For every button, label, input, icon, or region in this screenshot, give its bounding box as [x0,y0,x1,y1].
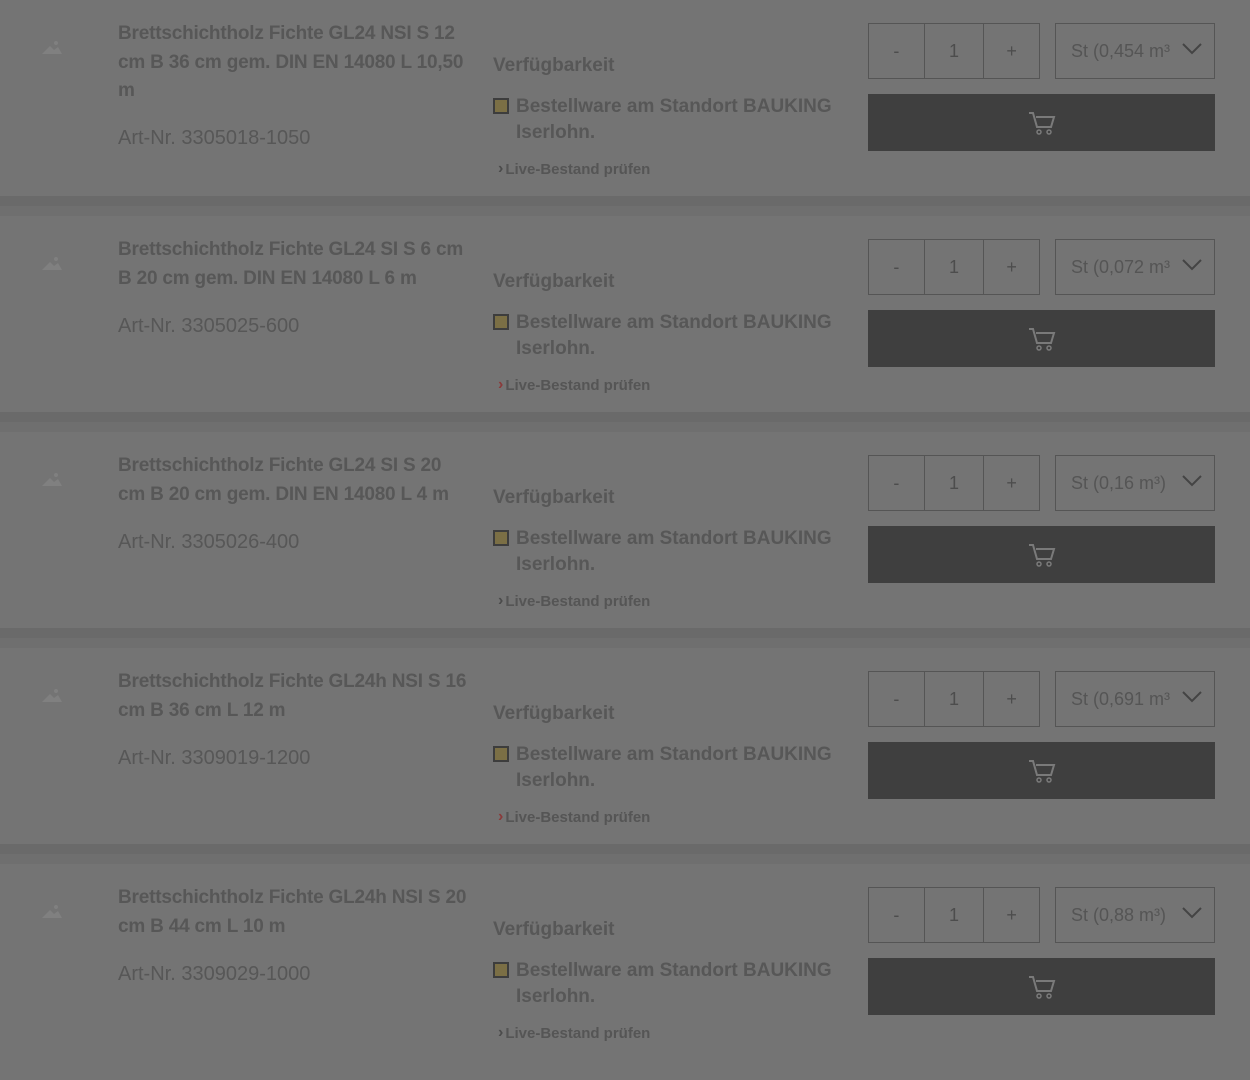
qty-minus-button[interactable]: - [869,672,924,726]
availability-label: Verfügbarkeit [493,703,615,724]
availability-text: Bestellware am Standort BAUKING Iserlohn… [516,744,832,791]
product-title[interactable]: Brettschichtholz Fichte GL24 NSI S 12 cm… [118,20,468,106]
qty-minus-button[interactable]: - [869,24,924,78]
product-list: Brettschichtholz Fichte GL24 NSI S 12 cm… [0,0,1250,1080]
product-row: Brettschichtholz Fichte GL24h NSI S 20 c… [0,864,1250,1080]
chevron-right-icon: › [498,160,504,177]
product-title[interactable]: Brettschichtholz Fichte GL24h NSI S 20 c… [118,884,468,941]
availability-label: Verfügbarkeit [493,271,615,292]
chevron-right-icon: › [498,1024,504,1041]
article-number: Art-Nr. 3309019-1200 [118,747,311,769]
live-stock-label: Live-Bestand prüfen [505,1024,651,1042]
chevron-down-icon [1182,259,1202,271]
live-stock-label: Live-Bestand prüfen [505,808,651,826]
product-title[interactable]: Brettschichtholz Fichte GL24h NSI S 16 c… [118,668,468,725]
live-stock-link[interactable]: › Live-Bestand prüfen [498,592,650,610]
qty-plus-button[interactable]: + [984,24,1039,78]
unit-select-value: St (0,88 m³) [1071,904,1167,925]
qty-input[interactable]: 1 [923,240,985,294]
product-image-icon[interactable] [38,902,66,922]
availability-label: Verfügbarkeit [493,487,615,508]
live-stock-label: Live-Bestand prüfen [505,160,651,178]
product-row: Brettschichtholz Fichte GL24 NSI S 12 cm… [0,0,1250,206]
availability-marker-icon [493,746,509,762]
unit-select-value: St (0,16 m³) [1071,472,1167,493]
qty-minus-button[interactable]: - [869,240,924,294]
chevron-right-icon: › [498,808,504,825]
qty-input[interactable]: 1 [923,456,985,510]
cart-icon [1028,111,1055,135]
chevron-down-icon [1182,691,1202,703]
availability-label: Verfügbarkeit [493,919,615,940]
quantity-stepper: - 1 + [868,23,1040,79]
live-stock-link[interactable]: › Live-Bestand prüfen [498,808,650,826]
qty-plus-button[interactable]: + [984,888,1039,942]
qty-plus-button[interactable]: + [984,456,1039,510]
unit-select[interactable]: St (0,88 m³) [1055,887,1215,943]
live-stock-link[interactable]: › Live-Bestand prüfen [498,1024,650,1042]
product-row: Brettschichtholz Fichte GL24h NSI S 16 c… [0,648,1250,854]
article-number: Art-Nr. 3309029-1000 [118,963,311,985]
article-number: Art-Nr. 3305026-400 [118,531,300,553]
article-number: Art-Nr. 3305018-1050 [118,127,311,149]
unit-select-value: St (0,072 m³ [1071,256,1171,277]
cart-icon [1028,543,1055,567]
unit-select[interactable]: St (0,16 m³) [1055,455,1215,511]
product-image-icon[interactable] [38,254,66,274]
qty-minus-button[interactable]: - [869,456,924,510]
quantity-stepper: - 1 + [868,455,1040,511]
availability-marker-icon [493,962,509,978]
cart-icon [1028,327,1055,351]
qty-plus-button[interactable]: + [984,240,1039,294]
cart-icon [1028,975,1055,999]
unit-select[interactable]: St (0,691 m³ [1055,671,1215,727]
add-to-cart-button[interactable] [868,526,1215,583]
product-row: Brettschichtholz Fichte GL24 SI S 20 cm … [0,432,1250,638]
add-to-cart-button[interactable] [868,742,1215,799]
cart-icon [1028,759,1055,783]
unit-select[interactable]: St (0,072 m³ [1055,239,1215,295]
qty-plus-button[interactable]: + [984,672,1039,726]
add-to-cart-button[interactable] [868,310,1215,367]
qty-input[interactable]: 1 [923,672,985,726]
quantity-stepper: - 1 + [868,239,1040,295]
live-stock-label: Live-Bestand prüfen [505,376,651,394]
add-to-cart-button[interactable] [868,958,1215,1015]
unit-select[interactable]: St (0,454 m³ [1055,23,1215,79]
quantity-stepper: - 1 + [868,887,1040,943]
live-stock-link[interactable]: › Live-Bestand prüfen [498,376,650,394]
product-image-icon[interactable] [38,470,66,490]
unit-select-value: St (0,691 m³ [1071,688,1171,709]
chevron-right-icon: › [498,592,504,609]
availability-text: Bestellware am Standort BAUKING Iserlohn… [516,96,832,143]
live-stock-link[interactable]: › Live-Bestand prüfen [498,160,650,178]
live-stock-label: Live-Bestand prüfen [505,592,651,610]
availability-text: Bestellware am Standort BAUKING Iserlohn… [516,960,832,1007]
chevron-down-icon [1182,907,1202,919]
qty-minus-button[interactable]: - [869,888,924,942]
chevron-down-icon [1182,43,1202,55]
availability-marker-icon [493,314,509,330]
chevron-down-icon [1182,475,1202,487]
unit-select-value: St (0,454 m³ [1071,40,1171,61]
product-image-icon[interactable] [38,686,66,706]
availability-marker-icon [493,98,509,114]
availability-text: Bestellware am Standort BAUKING Iserlohn… [516,312,832,359]
availability-text: Bestellware am Standort BAUKING Iserlohn… [516,528,832,575]
availability-marker-icon [493,530,509,546]
product-image-icon[interactable] [38,38,66,58]
chevron-right-icon: › [498,376,504,393]
product-title[interactable]: Brettschichtholz Fichte GL24 SI S 6 cm B… [118,236,468,293]
availability-label: Verfügbarkeit [493,55,615,76]
qty-input[interactable]: 1 [923,24,985,78]
qty-input[interactable]: 1 [923,888,985,942]
quantity-stepper: - 1 + [868,671,1040,727]
article-number: Art-Nr. 3305025-600 [118,315,300,337]
product-title[interactable]: Brettschichtholz Fichte GL24 SI S 20 cm … [118,452,468,509]
product-row: Brettschichtholz Fichte GL24 SI S 6 cm B… [0,216,1250,422]
add-to-cart-button[interactable] [868,94,1215,151]
